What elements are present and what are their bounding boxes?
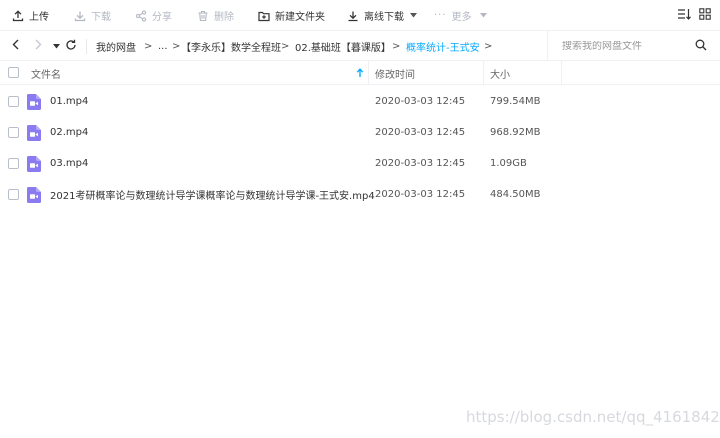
chevron-down-icon <box>410 10 417 21</box>
search-input[interactable] <box>562 40 692 52</box>
download-button[interactable]: 下载 <box>74 0 111 31</box>
file-size: 484.50MB <box>490 189 541 200</box>
breadcrumb-item[interactable]: 02.基础班【暮课版】 <box>295 31 391 61</box>
toolbar: 上传 下载 分享 删除 新建文件夹 离线下载 ··· 更多 <box>0 0 720 31</box>
back-button[interactable] <box>8 31 22 61</box>
delete-label: 删除 <box>214 12 234 23</box>
column-header-size[interactable]: 大小 <box>490 61 510 85</box>
history-dropdown-button[interactable] <box>51 31 61 61</box>
more-button[interactable]: ··· 更多 <box>434 0 487 31</box>
file-row[interactable]: 01.mp4 2020-03-03 12:45 799.54MB <box>0 86 720 117</box>
file-modified-time: 2020-03-03 12:45 <box>375 96 466 107</box>
breadcrumb-separator: > <box>172 40 181 52</box>
share-label: 分享 <box>152 12 172 23</box>
refresh-icon <box>65 39 77 54</box>
row-checkbox[interactable] <box>8 127 19 138</box>
search-icon <box>695 39 707 54</box>
file-list-header: 文件名 修改时间 大小 <box>0 61 720 85</box>
chevron-down-icon <box>479 10 487 21</box>
grid-view-button[interactable] <box>699 0 711 31</box>
file-size: 1.09GB <box>490 158 527 169</box>
watermark: https://blog.csdn.net/qq_41618424 <box>466 408 720 426</box>
column-divider[interactable] <box>483 61 484 85</box>
breadcrumb-current: 概率统计-王式安 <box>406 42 480 54</box>
chevron-right-icon <box>35 39 42 53</box>
file-row[interactable]: 02.mp4 2020-03-03 12:45 968.92MB <box>0 117 720 148</box>
upload-icon <box>12 9 24 22</box>
refresh-button[interactable] <box>64 31 78 61</box>
divider <box>86 39 87 54</box>
breadcrumb-separator: > <box>392 40 401 52</box>
breadcrumb-separator: > <box>281 40 290 52</box>
offline-download-button[interactable]: 离线下载 <box>347 0 417 31</box>
forward-button[interactable] <box>31 31 45 61</box>
file-row[interactable]: 2021考研概率论与数理统计导学课概率论与数理统计导学课-王式安.mp4 202… <box>0 179 720 210</box>
breadcrumb-separator: > <box>484 40 493 52</box>
file-modified-time: 2020-03-03 12:45 <box>375 158 466 169</box>
download-icon <box>74 10 86 22</box>
download-label: 下载 <box>91 12 111 23</box>
column-header-modified[interactable]: 修改时间 <box>375 61 415 85</box>
new-folder-label: 新建文件夹 <box>275 12 325 23</box>
file-modified-time: 2020-03-03 12:45 <box>375 189 466 200</box>
file-size: 799.54MB <box>490 96 541 107</box>
breadcrumb-item[interactable]: 【李永乐】数学全程班 <box>181 31 281 61</box>
breadcrumb-root[interactable]: 我的网盘 <box>96 31 136 61</box>
column-divider[interactable] <box>561 61 562 85</box>
file-size: 968.92MB <box>490 127 541 138</box>
breadcrumb-ellipsis[interactable]: ... <box>158 31 168 61</box>
offline-download-label: 离线下载 <box>364 12 404 23</box>
file-name[interactable]: 2021考研概率论与数理统计导学课概率论与数理统计导学课-王式安.mp4 <box>50 179 375 210</box>
search-box <box>547 31 720 61</box>
breadcrumb-separator: > <box>144 40 153 52</box>
new-folder-icon <box>258 10 270 22</box>
row-checkbox[interactable] <box>8 96 19 107</box>
video-file-icon <box>27 94 41 110</box>
delete-button[interactable]: 删除 <box>197 0 234 31</box>
chevron-left-icon <box>12 39 19 53</box>
file-name[interactable]: 03.mp4 <box>50 148 88 179</box>
new-folder-button[interactable]: 新建文件夹 <box>258 0 325 31</box>
share-button[interactable]: 分享 <box>135 0 172 31</box>
file-name[interactable]: 01.mp4 <box>50 86 88 117</box>
caret-down-icon <box>52 41 60 52</box>
sort-ascending-icon[interactable] <box>356 61 364 85</box>
row-checkbox[interactable] <box>8 189 19 200</box>
column-header-name[interactable]: 文件名 <box>31 61 61 85</box>
more-dots-icon: ··· <box>434 10 447 21</box>
more-label: 更多 <box>451 12 472 23</box>
video-file-icon <box>27 125 41 141</box>
upload-label: 上传 <box>29 12 49 23</box>
file-row[interactable]: 03.mp4 2020-03-03 12:45 1.09GB <box>0 148 720 179</box>
file-modified-time: 2020-03-03 12:45 <box>375 127 466 138</box>
upload-button[interactable]: 上传 <box>12 0 49 31</box>
breadcrumb-bar: 我的网盘 > ... > 【李永乐】数学全程班 > 02.基础班【暮课版】 > … <box>0 31 720 61</box>
trash-icon <box>197 10 209 22</box>
file-name[interactable]: 02.mp4 <box>50 117 88 148</box>
video-file-icon <box>27 187 41 203</box>
grid-view-icon <box>699 8 711 23</box>
video-file-icon <box>27 156 41 172</box>
share-icon <box>135 9 147 22</box>
row-checkbox[interactable] <box>8 158 19 169</box>
search-button[interactable] <box>691 31 711 61</box>
sort-list-icon <box>677 8 691 23</box>
offline-download-icon <box>347 10 359 22</box>
select-all-checkbox[interactable] <box>8 67 19 78</box>
column-divider[interactable] <box>368 61 369 85</box>
sort-button[interactable] <box>677 0 691 31</box>
